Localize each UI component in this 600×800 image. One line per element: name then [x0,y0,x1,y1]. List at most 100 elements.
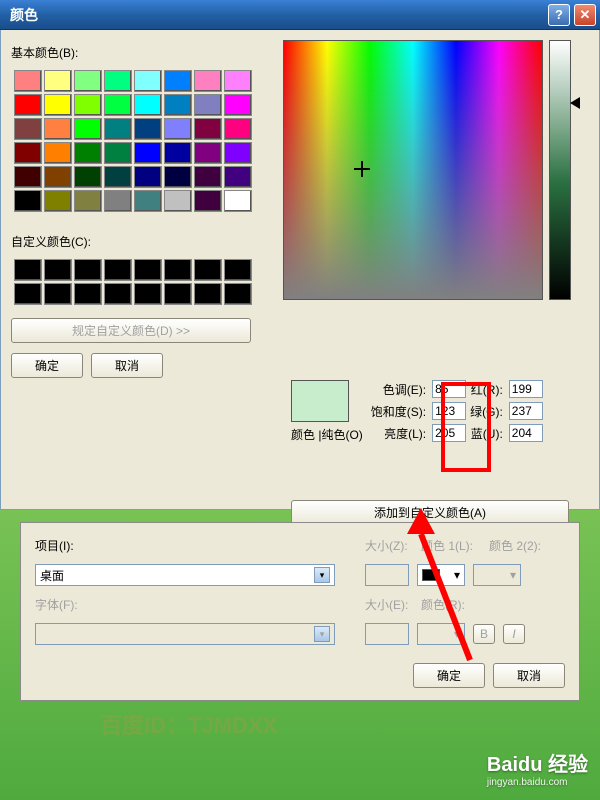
basic-color-swatch[interactable] [194,94,222,116]
custom-color-swatch[interactable] [74,283,102,305]
basic-color-swatch[interactable] [104,190,132,212]
chevron-down-icon: ▾ [454,568,460,582]
color1-combo[interactable]: ▾ [417,564,465,586]
color1-swatch [422,569,440,581]
basic-color-swatch[interactable] [44,142,72,164]
basic-color-swatch[interactable] [134,94,162,116]
luminance-slider[interactable] [549,40,571,300]
basic-color-swatch[interactable] [74,142,102,164]
color-r-combo: ▾ [417,623,465,645]
custom-color-swatch[interactable] [104,259,132,281]
basic-color-swatch[interactable] [134,142,162,164]
lum-label: 亮度(L): [371,425,428,442]
basic-color-swatch[interactable] [74,70,102,92]
color-field[interactable] [283,40,543,300]
help-button[interactable]: ? [548,4,570,26]
basic-color-swatch[interactable] [14,118,42,140]
color-r-label: 颜色(R): [421,596,481,613]
custom-color-swatch[interactable] [104,283,132,305]
basic-color-swatch[interactable] [164,118,192,140]
sub-ok-button[interactable]: 确定 [413,663,485,688]
basic-color-swatch[interactable] [224,70,252,92]
basic-color-swatch[interactable] [44,190,72,212]
basic-color-swatch[interactable] [44,166,72,188]
custom-color-swatch[interactable] [164,283,192,305]
sub-cancel-button[interactable]: 取消 [493,663,565,688]
custom-color-swatch[interactable] [134,259,162,281]
basic-color-swatch[interactable] [224,94,252,116]
custom-color-swatch[interactable] [14,259,42,281]
custom-colors-label: 自定义颜色(C): [11,233,271,250]
red-label: 红(R): [470,381,505,398]
basic-color-swatch[interactable] [44,70,72,92]
basic-color-swatch[interactable] [194,190,222,212]
blue-label: 蓝(U): [470,425,505,442]
color2-combo: ▾ [473,564,521,586]
basic-color-swatch[interactable] [14,94,42,116]
titlebar: 颜色 ? ✕ [0,0,600,30]
custom-color-swatch[interactable] [224,259,252,281]
lum-input[interactable] [432,424,466,442]
basic-color-swatch[interactable] [224,118,252,140]
custom-color-swatch[interactable] [224,283,252,305]
blue-input[interactable] [509,424,543,442]
basic-color-swatch[interactable] [164,166,192,188]
custom-color-swatch[interactable] [134,283,162,305]
color-values-area: 颜色 |纯色(O) 色调(E): 红(R): 饱和度(S): 绿(G): 亮度(… [291,380,543,443]
basic-color-swatch[interactable] [74,190,102,212]
watermark-url: jingyan.baidu.com [487,777,588,788]
basic-color-swatch[interactable] [194,166,222,188]
watermark-brand: Baidu 经验 [487,754,588,776]
red-input[interactable] [509,380,543,398]
basic-color-swatch[interactable] [194,118,222,140]
basic-color-swatch[interactable] [164,70,192,92]
sat-input[interactable] [432,402,466,420]
color2-label: 颜色 2(2): [489,537,549,554]
basic-color-swatch[interactable] [104,166,132,188]
close-button[interactable]: ✕ [574,4,596,26]
basic-color-swatch[interactable] [104,118,132,140]
define-custom-button[interactable]: 规定自定义颜色(D) >> [11,318,251,343]
basic-color-swatch[interactable] [74,118,102,140]
basic-color-swatch[interactable] [164,190,192,212]
basic-color-swatch[interactable] [164,94,192,116]
basic-color-swatch[interactable] [194,142,222,164]
basic-color-swatch[interactable] [224,142,252,164]
custom-color-swatch[interactable] [44,259,72,281]
ok-button[interactable]: 确定 [11,353,83,378]
basic-color-swatch[interactable] [134,166,162,188]
basic-color-swatch[interactable] [14,70,42,92]
basic-color-swatch[interactable] [104,94,132,116]
basic-color-swatch[interactable] [134,118,162,140]
custom-color-swatch[interactable] [164,259,192,281]
custom-color-swatch[interactable] [194,283,222,305]
cancel-button[interactable]: 取消 [91,353,163,378]
item-combo[interactable]: 桌面 ▾ [35,564,335,586]
basic-color-swatch[interactable] [74,166,102,188]
basic-color-swatch[interactable] [104,142,132,164]
color1-label: 颜色 1(L): [421,537,481,554]
item-label: 项目(I): [35,537,93,554]
basic-color-swatch[interactable] [44,94,72,116]
basic-color-swatch[interactable] [14,166,42,188]
green-label: 绿(G): [470,403,505,420]
basic-color-swatch[interactable] [74,94,102,116]
basic-color-swatch[interactable] [134,190,162,212]
hue-input[interactable] [432,380,466,398]
sat-label: 饱和度(S): [371,403,428,420]
basic-color-swatch[interactable] [224,190,252,212]
basic-color-swatch[interactable] [164,142,192,164]
custom-color-swatch[interactable] [194,259,222,281]
italic-button: I [503,624,525,644]
basic-color-swatch[interactable] [44,118,72,140]
basic-color-swatch[interactable] [14,190,42,212]
custom-color-swatch[interactable] [44,283,72,305]
custom-color-swatch[interactable] [74,259,102,281]
basic-color-swatch[interactable] [224,166,252,188]
basic-color-swatch[interactable] [14,142,42,164]
custom-color-swatch[interactable] [14,283,42,305]
basic-color-swatch[interactable] [104,70,132,92]
green-input[interactable] [509,402,543,420]
basic-color-swatch[interactable] [194,70,222,92]
basic-color-swatch[interactable] [134,70,162,92]
